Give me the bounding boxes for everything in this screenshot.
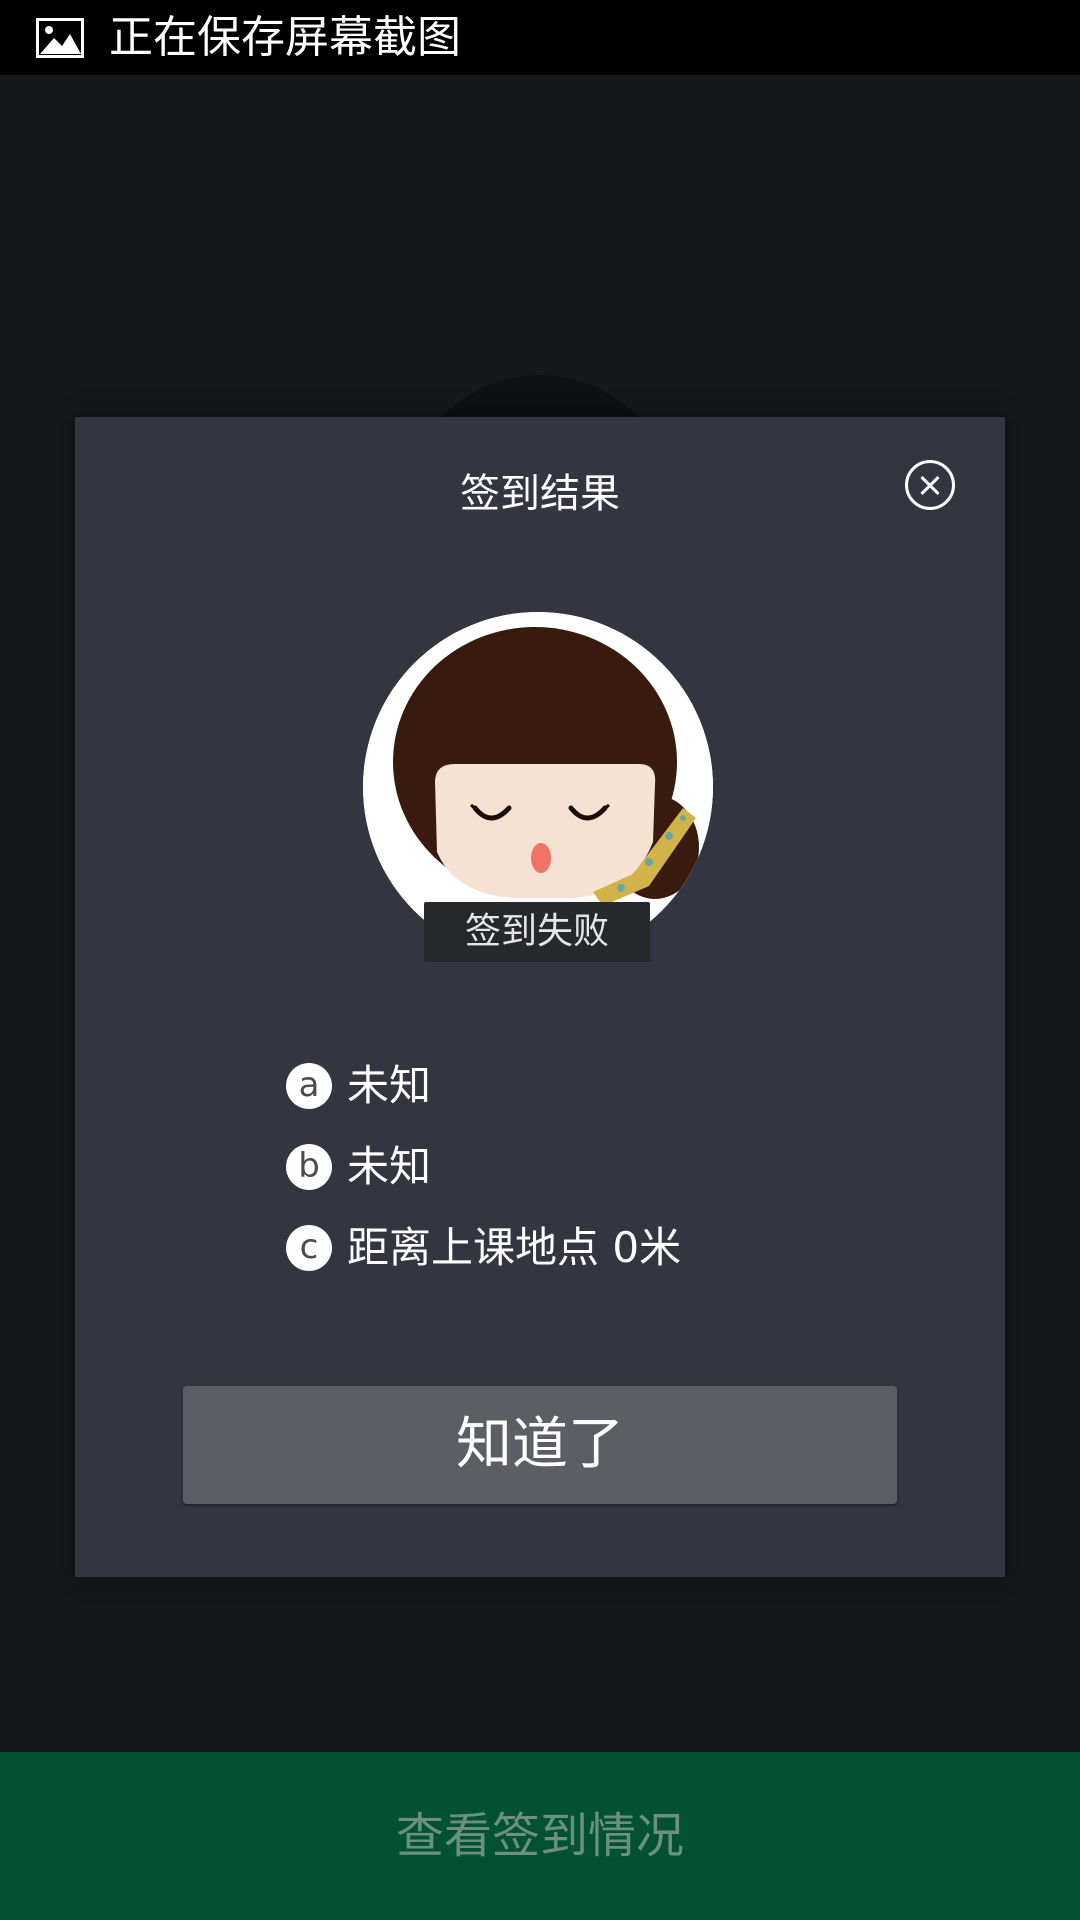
letter-a-icon: a — [286, 1063, 332, 1109]
view-sign-in-status-button[interactable]: 查看签到情况 — [0, 1752, 1080, 1920]
close-icon[interactable] — [905, 460, 955, 510]
info-text: 未知 — [347, 1142, 432, 1191]
letter-c-icon: c — [286, 1225, 332, 1271]
confirm-button[interactable]: 知道了 — [183, 1386, 897, 1504]
dialog-title: 签到结果 — [460, 471, 620, 517]
image-icon — [36, 18, 84, 58]
status-text: 正在保存屏幕截图 — [109, 12, 461, 63]
status-badge: 签到失败 — [424, 902, 650, 962]
status-bar: 正在保存屏幕截图 — [0, 0, 1080, 75]
info-text: 距离上课地点 0米 — [347, 1223, 682, 1272]
info-text: 未知 — [347, 1061, 432, 1110]
info-row: c 距离上课地点 0米 — [286, 1222, 681, 1274]
screen: 正在保存屏幕截图 签到结果 签到失败 a 未知 b 未知 c 距离上课地点 0米… — [0, 0, 1080, 1920]
info-row: a 未知 — [286, 1060, 431, 1112]
bottom-bar-label: 查看签到情况 — [395, 1808, 684, 1864]
sign-in-result-dialog: 签到结果 签到失败 a 未知 b 未知 c 距离上课地点 0米 知道了 — [75, 417, 1005, 1577]
letter-b-icon: b — [286, 1144, 332, 1190]
info-row: b 未知 — [286, 1141, 431, 1193]
